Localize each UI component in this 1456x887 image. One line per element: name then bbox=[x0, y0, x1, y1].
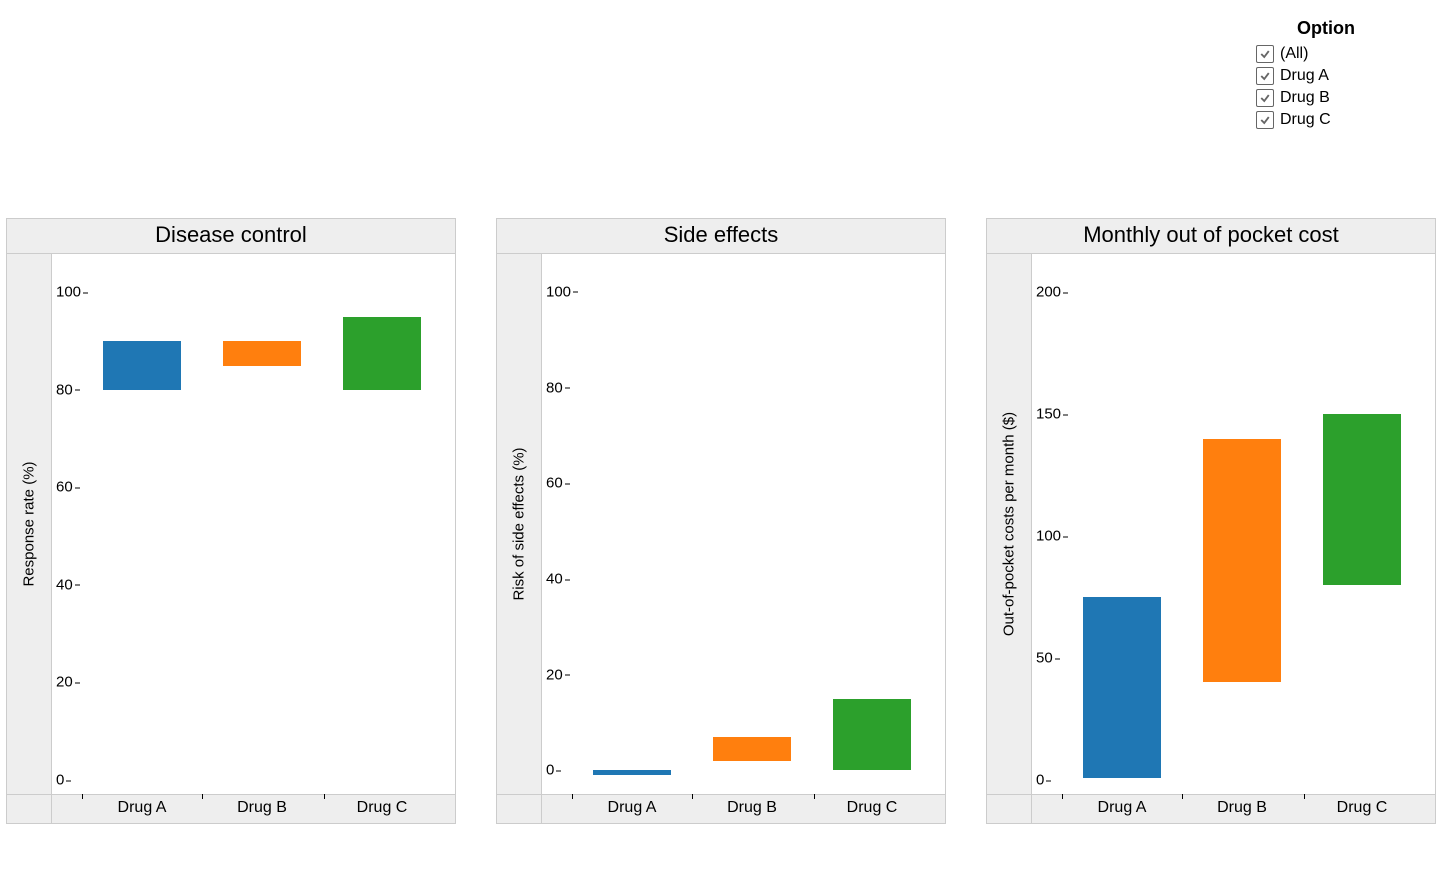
y-tick-label: 100 bbox=[1036, 528, 1061, 545]
bar-drugc bbox=[1323, 414, 1401, 585]
x-tick-label: Drug A bbox=[1098, 799, 1147, 817]
y-tick-label: 40 bbox=[56, 576, 73, 593]
plot-area: 0 20 40 60 80 100 bbox=[542, 254, 945, 794]
y-tick-label: 20 bbox=[56, 674, 73, 691]
x-tick-label: Drug A bbox=[608, 799, 657, 817]
plot-box: Risk of side effects (%) 0 20 40 60 80 100 bbox=[496, 254, 946, 795]
x-tick-mark bbox=[1304, 794, 1305, 799]
x-axis-strip: Drug A Drug B Drug C bbox=[986, 795, 1436, 824]
x-axis-strip: Drug A Drug B Drug C bbox=[6, 795, 456, 824]
chart-title: Monthly out of pocket cost bbox=[986, 218, 1436, 254]
chart-panel: Monthly out of pocket costOut-of-pocket … bbox=[986, 218, 1436, 824]
x-tick-mark bbox=[324, 794, 325, 799]
y-tick-label: 0 bbox=[1036, 772, 1044, 789]
x-labels: Drug A Drug B Drug C bbox=[542, 795, 945, 823]
x-tick-mark bbox=[572, 794, 573, 799]
plot-box: Out-of-pocket costs per month ($) 0 50 100 1… bbox=[986, 254, 1436, 795]
y-axis-strip: Out-of-pocket costs per month ($) bbox=[987, 254, 1032, 794]
checkbox-icon[interactable] bbox=[1256, 111, 1274, 129]
legend-item-label: Drug C bbox=[1280, 111, 1331, 129]
legend-item-label: Drug B bbox=[1280, 89, 1330, 107]
legend-item-label: Drug A bbox=[1280, 67, 1329, 85]
bar-drugc bbox=[833, 699, 911, 771]
chart-title: Disease control bbox=[6, 218, 456, 254]
bar-druga bbox=[103, 341, 181, 390]
y-tick-label: 50 bbox=[1036, 650, 1053, 667]
legend-item-all[interactable]: (All) bbox=[1256, 43, 1396, 65]
y-tick-label: 0 bbox=[56, 772, 64, 789]
x-tick-label: Drug B bbox=[1217, 799, 1267, 817]
y-tick-label: 80 bbox=[546, 379, 563, 396]
x-tick-label: Drug C bbox=[847, 799, 898, 817]
checkbox-icon[interactable] bbox=[1256, 89, 1274, 107]
x-tick-mark bbox=[1062, 794, 1063, 799]
bar-druga bbox=[593, 770, 671, 775]
x-axis-strip: Drug A Drug B Drug C bbox=[496, 795, 946, 824]
x-tick-mark bbox=[814, 794, 815, 799]
x-tick-label: Drug B bbox=[727, 799, 777, 817]
y-tick-label: 60 bbox=[546, 475, 563, 492]
y-tick-label: 0 bbox=[546, 762, 554, 779]
y-tick-label: 80 bbox=[56, 381, 73, 398]
x-tick-mark bbox=[692, 794, 693, 799]
x-tick-label: Drug A bbox=[118, 799, 167, 817]
y-tick-label: 100 bbox=[546, 283, 571, 300]
legend: Option (All) Drug A Drug B Drug C bbox=[1256, 18, 1396, 131]
x-labels: Drug A Drug B Drug C bbox=[52, 795, 455, 823]
chart-panel: Disease control Response rate (%) 0 20 40 60 8… bbox=[6, 218, 456, 824]
checkbox-icon[interactable] bbox=[1256, 45, 1274, 63]
y-axis-label: Response rate (%) bbox=[21, 461, 38, 586]
y-tick-label: 60 bbox=[56, 479, 73, 496]
axis-corner bbox=[497, 795, 542, 823]
plot-area: 0 20 40 60 80 100 bbox=[52, 254, 455, 794]
charts-row: Disease control Response rate (%) 0 20 40 60 8… bbox=[6, 218, 1436, 824]
x-tick-label: Drug C bbox=[357, 799, 408, 817]
legend-item-drugb[interactable]: Drug B bbox=[1256, 87, 1396, 109]
y-tick-label: 100 bbox=[56, 284, 81, 301]
y-axis-label: Risk of side effects (%) bbox=[511, 447, 528, 600]
y-tick-label: 200 bbox=[1036, 284, 1061, 301]
axis-corner bbox=[987, 795, 1032, 823]
x-tick-mark bbox=[202, 794, 203, 799]
bar-drugb bbox=[223, 341, 301, 365]
legend-item-label: (All) bbox=[1280, 45, 1308, 63]
x-tick-mark bbox=[1182, 794, 1183, 799]
x-labels: Drug A Drug B Drug C bbox=[1032, 795, 1435, 823]
bar-drugb bbox=[1203, 439, 1281, 683]
chart-title: Side effects bbox=[496, 218, 946, 254]
plot-area: 0 50 100 150 200 bbox=[1032, 254, 1435, 794]
bar-drugb bbox=[713, 737, 791, 761]
legend-item-drugc[interactable]: Drug C bbox=[1256, 109, 1396, 131]
y-tick-label: 40 bbox=[546, 571, 563, 588]
bar-druga bbox=[1083, 597, 1161, 777]
chart-panel: Side effects Risk of side effects (%) 0 20 4… bbox=[496, 218, 946, 824]
y-axis-label: Out-of-pocket costs per month ($) bbox=[1001, 412, 1018, 636]
checkbox-icon[interactable] bbox=[1256, 67, 1274, 85]
legend-title: Option bbox=[1256, 18, 1396, 39]
x-tick-label: Drug C bbox=[1337, 799, 1388, 817]
y-tick-label: 150 bbox=[1036, 406, 1061, 423]
y-axis-strip: Response rate (%) bbox=[7, 254, 52, 794]
legend-item-druga[interactable]: Drug A bbox=[1256, 65, 1396, 87]
y-axis-strip: Risk of side effects (%) bbox=[497, 254, 542, 794]
plot-box: Response rate (%) 0 20 40 60 80 100 bbox=[6, 254, 456, 795]
x-tick-mark bbox=[82, 794, 83, 799]
axis-corner bbox=[7, 795, 52, 823]
y-tick-label: 20 bbox=[546, 666, 563, 683]
bar-drugc bbox=[343, 317, 421, 390]
x-tick-label: Drug B bbox=[237, 799, 287, 817]
